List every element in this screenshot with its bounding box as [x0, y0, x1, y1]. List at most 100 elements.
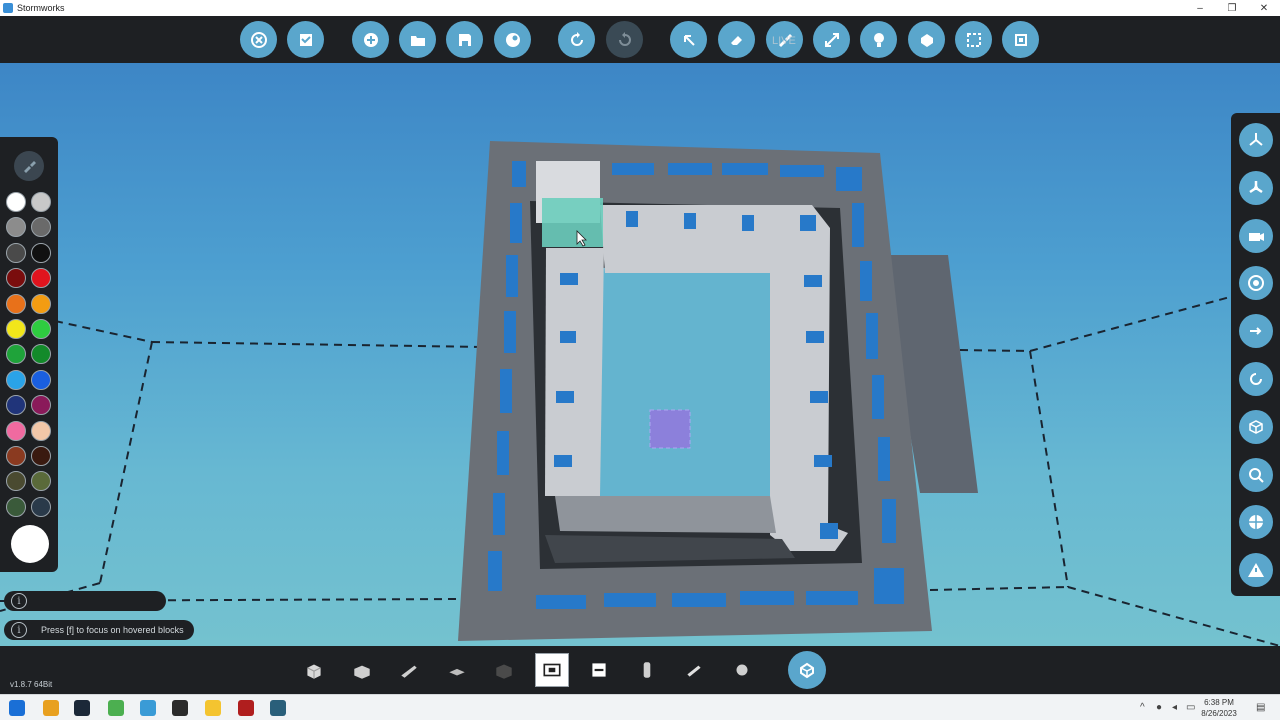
- network-icon[interactable]: ▭: [1186, 702, 1195, 713]
- windows-start-icon[interactable]: [9, 700, 25, 716]
- rotor-button[interactable]: [1239, 170, 1273, 205]
- microchip-button[interactable]: [1002, 21, 1039, 58]
- redo-icon: [618, 31, 631, 46]
- resize-button[interactable]: [813, 21, 850, 58]
- stormworks-active-icon[interactable]: [270, 700, 286, 716]
- color-swatch[interactable]: [6, 192, 26, 212]
- close-button[interactable]: [240, 21, 277, 58]
- camera-button[interactable]: [1239, 218, 1273, 253]
- undo-button[interactable]: [558, 21, 595, 58]
- merge-button[interactable]: [908, 21, 945, 58]
- switch-slot[interactable]: [582, 653, 616, 687]
- panel-selected-slot[interactable]: [535, 653, 569, 687]
- color-swatch[interactable]: [31, 344, 51, 365]
- folder-button[interactable]: [399, 21, 436, 58]
- selected-color-preview[interactable]: [11, 525, 49, 563]
- clamp-slot[interactable]: [725, 653, 759, 687]
- close-window-button[interactable]: ✕: [1248, 0, 1280, 16]
- flat-plate-slot[interactable]: [440, 653, 474, 687]
- color-swatch[interactable]: [31, 192, 51, 212]
- light-bulb-button[interactable]: [860, 21, 897, 58]
- stormworks-taskbar-icon[interactable]: [140, 700, 156, 716]
- dark-block-slot[interactable]: [487, 653, 521, 687]
- select-arrow-button[interactable]: [670, 21, 707, 58]
- clamp-icon: [736, 664, 748, 676]
- pipe-icon: [687, 665, 701, 677]
- taskbar-clock[interactable]: 6:38 PM 8/26/2023: [1198, 697, 1240, 719]
- globe-button[interactable]: [1239, 505, 1273, 540]
- minecraft-icon[interactable]: [108, 700, 124, 716]
- slope-slot[interactable]: [392, 653, 426, 687]
- minimize-button[interactable]: –: [1184, 0, 1216, 16]
- editor-viewport[interactable]: [0, 63, 1280, 646]
- color-swatch[interactable]: [31, 369, 51, 390]
- obs-icon[interactable]: [172, 700, 188, 716]
- block-cube-icon: [307, 664, 321, 679]
- color-swatch[interactable]: [6, 471, 26, 492]
- color-swatch[interactable]: [6, 242, 26, 263]
- selection-box-button[interactable]: [955, 21, 992, 58]
- center-opening: [598, 263, 790, 496]
- zoom-lens-button[interactable]: [1239, 457, 1273, 492]
- color-swatch[interactable]: [31, 268, 51, 289]
- save-disk-button[interactable]: [446, 21, 483, 58]
- propeller-button[interactable]: [1239, 123, 1273, 157]
- wedge-icon: [354, 665, 370, 679]
- color-swatch[interactable]: [6, 344, 26, 365]
- color-swatch[interactable]: [31, 395, 51, 416]
- color-swatch[interactable]: [6, 217, 26, 238]
- color-swatch[interactable]: [31, 471, 51, 492]
- target-button[interactable]: [1239, 266, 1273, 301]
- app-red-icon[interactable]: [238, 700, 254, 716]
- tray-chevron-icon[interactable]: ^: [1140, 702, 1145, 713]
- warning-button[interactable]: [1239, 553, 1273, 588]
- color-swatch[interactable]: [31, 496, 51, 517]
- maximize-button[interactable]: ❐: [1216, 0, 1248, 16]
- steam-button[interactable]: [494, 21, 531, 58]
- rotate-button[interactable]: [1239, 362, 1273, 396]
- clock-date: 8/26/2023: [1201, 709, 1237, 718]
- color-swatch[interactable]: [31, 293, 51, 314]
- save-check-button[interactable]: [287, 21, 324, 58]
- file-explorer-icon[interactable]: [205, 700, 221, 716]
- windows-taskbar: ^ ● ◂ ▭ 6:38 PM 8/26/2023 ▤: [0, 694, 1280, 720]
- chrome-icon[interactable]: [43, 700, 59, 716]
- logic-arrow-button[interactable]: [1239, 314, 1273, 349]
- eraser-button[interactable]: [718, 21, 755, 58]
- pipe-slot[interactable]: [677, 653, 711, 687]
- bolt-slot[interactable]: [630, 653, 664, 687]
- color-swatch[interactable]: [6, 293, 26, 314]
- color-swatch[interactable]: [31, 319, 51, 339]
- folder-icon: [410, 35, 425, 46]
- redo-button[interactable]: [606, 21, 643, 58]
- panel-selected-icon: [543, 663, 561, 677]
- notification-icon[interactable]: ▤: [1256, 702, 1265, 713]
- microphone-icon[interactable]: ●: [1156, 702, 1162, 713]
- hovered-block-highlight: [542, 198, 603, 247]
- window-title: Stormworks: [17, 3, 65, 13]
- color-swatch[interactable]: [31, 446, 51, 466]
- color-swatch[interactable]: [6, 319, 26, 339]
- save-check-icon: [299, 33, 312, 46]
- microchip-icon: [1014, 33, 1027, 46]
- merge-round-button[interactable]: [788, 651, 826, 689]
- vehicle-scene[interactable]: [0, 63, 1280, 646]
- steam-icon: [505, 32, 520, 47]
- cube-button[interactable]: [1239, 409, 1273, 444]
- clock-time: 6:38 PM: [1204, 698, 1234, 707]
- color-swatch[interactable]: [6, 496, 26, 517]
- color-swatch[interactable]: [6, 420, 26, 441]
- color-swatch[interactable]: [6, 268, 26, 289]
- color-swatch[interactable]: [31, 217, 51, 238]
- color-swatch[interactable]: [6, 369, 26, 390]
- steam-taskbar-icon[interactable]: [74, 700, 90, 716]
- color-swatch[interactable]: [31, 420, 51, 441]
- color-swatch[interactable]: [6, 395, 26, 416]
- speaker-icon[interactable]: ◂: [1172, 702, 1177, 713]
- block-cube-slot[interactable]: [297, 653, 331, 687]
- color-swatch[interactable]: [31, 242, 51, 263]
- paint-tool-button[interactable]: [14, 151, 44, 181]
- add-button[interactable]: [352, 21, 389, 58]
- wedge-slot[interactable]: [345, 653, 379, 687]
- color-swatch[interactable]: [6, 446, 26, 466]
